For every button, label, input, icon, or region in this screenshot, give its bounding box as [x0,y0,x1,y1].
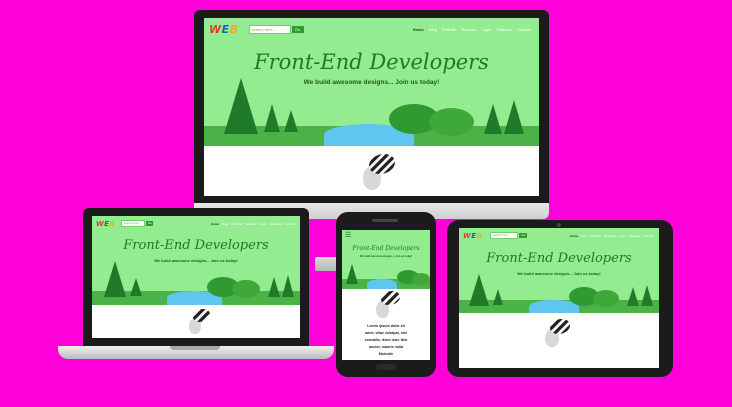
nav-contact[interactable]: Contact [644,234,654,238]
nav-login[interactable]: Login [259,222,266,226]
phone-home-button[interactable] [376,364,396,370]
forest-bush [593,290,619,307]
hero-subtitle: We build awesome designs... Join us toda… [517,271,601,276]
nav-home[interactable]: Home [413,27,424,32]
hero-title: Front-End Developers [352,245,420,252]
logo[interactable]: WEB [463,232,482,240]
phone-speaker [372,219,398,222]
pine-tree [469,274,489,306]
forest-bush [232,280,260,298]
hero-section: Front-End Developers We build awesome de… [459,243,659,313]
paragraph-line: convallis, dolor wisi. Nisi [364,338,408,342]
pine-tree [504,100,524,134]
logo-letter-w: W [463,231,472,240]
hero-section: Front-End Developers We build awesome de… [342,241,430,289]
bird-image [535,318,571,350]
site-header: WEB search here... Go Home Blog Portfoli… [459,228,659,243]
phone-screen: ☰ Front-End Developers We build awesome … [342,230,430,360]
nav-blog[interactable]: Blog [581,234,587,238]
page: { "site": { "logo": {"w": "W", "e": "E",… [0,0,732,407]
tablet-camera [557,223,561,227]
paragraph-line: amet, vitae volutpat, nisl [365,331,407,335]
pine-tree [284,110,298,132]
bird-wing [369,154,395,174]
hero-title: Front-End Developers [486,251,632,266]
logo-letter-b: B [229,22,239,36]
laptop-screen: WEB search here... Go Home Blog Portfoli… [92,216,300,338]
pine-tree [484,104,502,134]
paragraph-line: Molestie [378,352,394,356]
nav-reviews[interactable]: Reviews [604,234,615,238]
pine-tree [130,278,142,296]
logo-letter-b: B [476,231,483,240]
pine-tree [493,289,503,305]
nav-home[interactable]: Home [211,222,219,226]
pine-tree [282,275,294,297]
nav-features[interactable]: Features [629,234,641,238]
nav-contact[interactable]: Contact [517,27,531,32]
nav-menu: Home Blog Portfolio Reviews Login Featur… [413,27,531,32]
nav-blog[interactable]: Blog [429,27,437,32]
nav-portfolio[interactable]: Portfolio [231,222,242,226]
site-header: WEB search here... Go Home Blog Portfoli… [92,216,300,231]
paragraph-line: auctor, mauris nulla [369,345,403,349]
laptop-hinge-notch [170,346,220,350]
nav-features[interactable]: Features [496,27,512,32]
nav-login[interactable]: Login [618,234,625,238]
logo-letter-b: B [109,219,116,228]
hero-subtitle: We build awesome designs... Join us toda… [359,255,413,258]
search-button[interactable]: Go [146,221,154,226]
pine-tree [346,264,358,284]
nav-blog[interactable]: Blog [222,222,228,226]
hero-section: Front-End Developers We build awesome de… [92,231,300,305]
logo[interactable]: WEB [96,220,115,228]
logo-letter-e: E [221,22,230,36]
paragraph-line: Lorem ipsum dolor sit [367,324,405,328]
bird-wing [550,319,570,334]
pine-tree [264,104,280,132]
logo[interactable]: WEB [209,23,239,36]
phone-paragraph: Lorem ipsum dolor sit amet, vitae volutp… [342,323,430,358]
nav-features[interactable]: Features [270,222,282,226]
search-input[interactable]: search here... [248,24,291,34]
pine-tree [104,261,126,297]
nav-menu: Home Blog Portfolio Reviews Login Featur… [570,234,654,238]
site-header: ☰ [342,230,430,241]
nav-reviews[interactable]: Reviews [245,222,256,226]
pine-tree [627,287,639,306]
bird-wing [193,309,210,322]
pine-tree [268,277,280,297]
search-input[interactable]: search here... [490,232,519,239]
bird-image [366,290,402,320]
search-button[interactable]: Go [519,233,528,238]
bird-wing [381,291,400,305]
hero-title: Front-End Developers [254,50,489,74]
nav-reviews[interactable]: Reviews [461,27,476,32]
search-button[interactable]: Go [291,25,304,33]
hero-section: Front-End Developers We build awesome de… [204,40,539,146]
forest-bush [429,108,474,136]
forest-bush [412,273,430,285]
bird-image [349,152,397,192]
hamburger-menu-icon[interactable]: ☰ [345,230,351,241]
pine-tree [641,285,653,306]
nav-portfolio[interactable]: Portfolio [590,234,601,238]
search-input[interactable]: search here... [121,220,146,227]
nav-portfolio[interactable]: Portfolio [442,27,457,32]
hero-title: Front-End Developers [123,238,269,253]
nav-menu: Home Blog Portfolio Reviews Login Featur… [211,222,295,226]
site-header: WEB search here... Go Home Blog Portfoli… [204,18,539,40]
nav-home[interactable]: Home [570,234,578,238]
monitor-screen: WEB search here... Go Home Blog Portfoli… [204,18,539,196]
nav-login[interactable]: Login [482,27,492,32]
pine-tree [224,78,258,134]
logo-letter-w: W [209,22,222,36]
bird-image [180,308,212,336]
hero-river [367,279,397,289]
nav-contact[interactable]: Contact [285,222,295,226]
logo-letter-w: W [96,219,105,228]
tablet-screen: WEB search here... Go Home Blog Portfoli… [459,228,659,368]
